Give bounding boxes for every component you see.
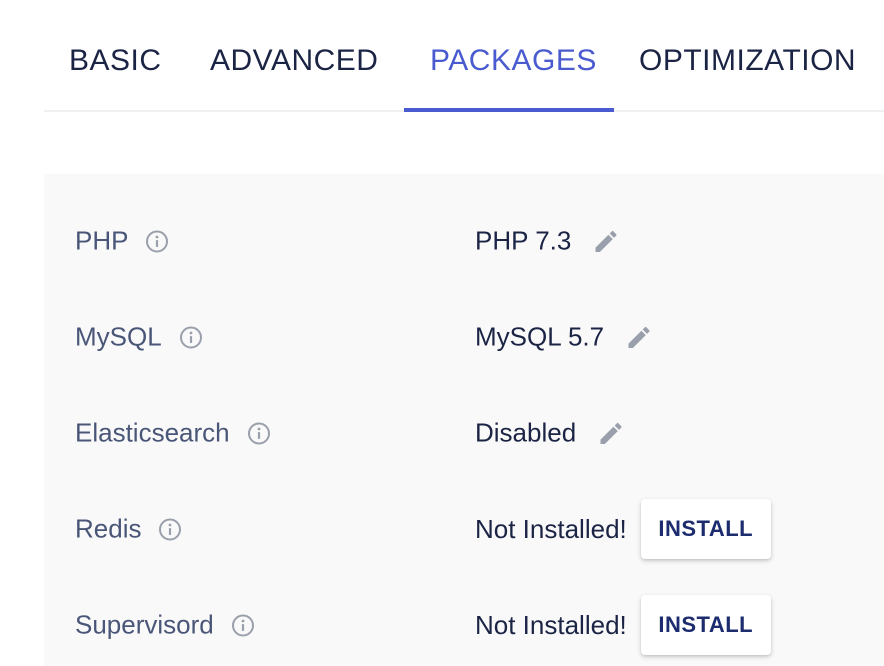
info-icon[interactable] — [179, 325, 203, 349]
install-supervisord-button[interactable]: INSTALL — [640, 595, 771, 655]
package-label: Elasticsearch — [75, 417, 230, 448]
package-value: Not Installed! — [475, 609, 627, 640]
package-row-php: PHP PHP 7.3 — [44, 211, 884, 271]
info-icon[interactable] — [247, 421, 271, 445]
package-label: MySQL — [75, 321, 162, 352]
info-icon[interactable] — [158, 517, 182, 541]
install-redis-button[interactable]: INSTALL — [640, 499, 771, 559]
info-icon[interactable] — [231, 613, 255, 637]
package-label: PHP — [75, 225, 129, 256]
package-value: PHP 7.3 — [475, 225, 572, 256]
package-value: Not Installed! — [475, 513, 627, 544]
package-row-elasticsearch: Elasticsearch Disabled — [44, 403, 884, 463]
package-label: Supervisord — [75, 609, 214, 640]
tab-packages[interactable]: PACKAGES — [430, 44, 597, 78]
pencil-icon[interactable] — [592, 227, 620, 255]
package-row-mysql: MySQL MySQL 5.7 — [44, 307, 884, 367]
pencil-icon[interactable] — [597, 419, 625, 447]
tab-optimization[interactable]: OPTIMIZATION — [639, 44, 856, 78]
info-icon[interactable] — [145, 229, 169, 253]
tab-basic[interactable]: BASIC — [69, 44, 162, 78]
active-tab-indicator — [404, 108, 614, 112]
package-value: MySQL 5.7 — [475, 321, 605, 352]
pencil-icon[interactable] — [625, 323, 653, 351]
packages-panel: PHP PHP 7.3 MySQL MySQL 5.7 Elasticsearc… — [44, 174, 884, 666]
package-label: Redis — [75, 513, 142, 544]
package-row-redis: Redis Not Installed! INSTALL — [44, 499, 884, 559]
package-value: Disabled — [475, 417, 577, 448]
tab-advanced[interactable]: ADVANCED — [210, 44, 378, 78]
settings-tab-bar: BASIC ADVANCED PACKAGES OPTIMIZATION — [44, 0, 884, 112]
package-row-supervisord: Supervisord Not Installed! INSTALL — [44, 595, 884, 655]
